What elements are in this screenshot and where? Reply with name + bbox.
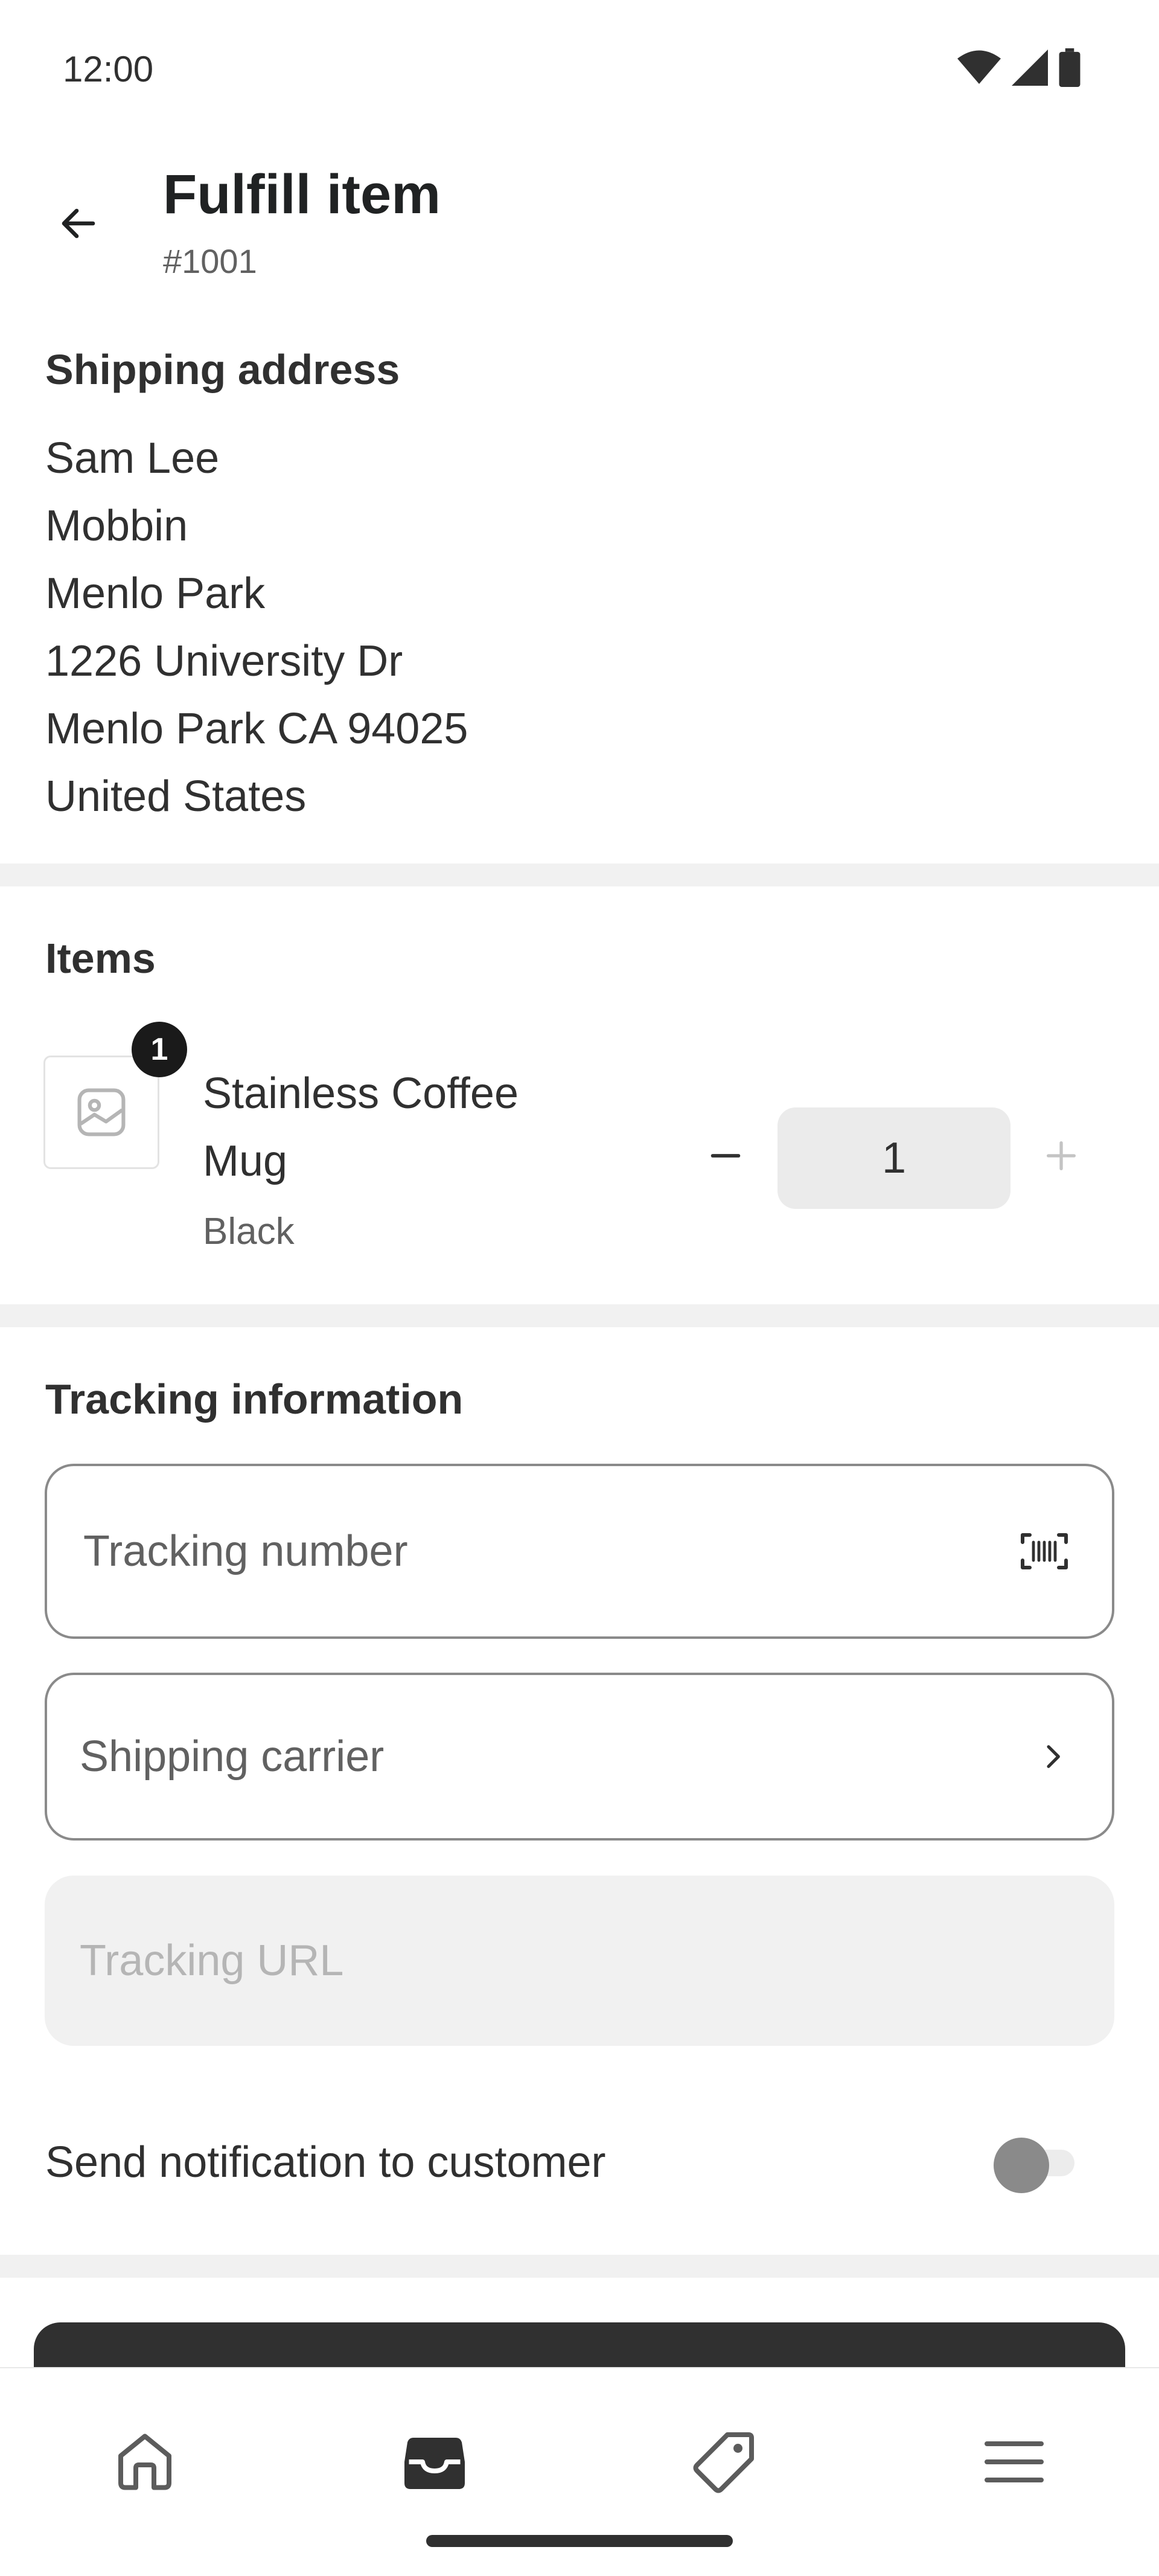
increase-quantity-button[interactable] <box>1030 1124 1093 1187</box>
tracking-number-field[interactable]: Tracking number <box>45 1464 1114 1639</box>
bottom-navigation <box>0 2367 1159 2576</box>
minus-icon <box>710 1154 741 1158</box>
nav-products[interactable] <box>679 2417 770 2507</box>
order-number: #1001 <box>163 242 257 280</box>
battery-icon <box>1059 48 1081 87</box>
address-line: Sam Lee <box>45 434 220 482</box>
send-notification-label: Send notification to customer <box>45 2138 606 2187</box>
items-title: Items <box>45 935 156 982</box>
item-quantity-badge: 1 <box>132 1022 187 1077</box>
tracking-number-placeholder: Tracking number <box>83 1527 408 1575</box>
arrow-left-icon <box>62 208 95 239</box>
section-divider <box>0 863 1159 886</box>
item-name-line: Stainless Coffee <box>203 1069 519 1118</box>
shipping-address-title: Shipping address <box>45 346 400 393</box>
shipping-carrier-placeholder: Shipping carrier <box>80 1732 385 1781</box>
cellular-signal-icon <box>1012 50 1048 86</box>
barcode-scan-icon <box>1021 1533 1068 1569</box>
quantity-input[interactable]: 1 <box>777 1107 1011 1209</box>
wifi-icon <box>957 50 1001 84</box>
nav-menu[interactable] <box>969 2417 1059 2507</box>
address-line: 1226 University Dr <box>45 637 403 685</box>
status-icons <box>957 48 1081 87</box>
nav-home[interactable] <box>100 2417 190 2507</box>
address-line: Menlo Park CA 94025 <box>45 705 468 753</box>
home-indicator <box>426 2535 733 2547</box>
tracking-information-title: Tracking information <box>45 1376 464 1423</box>
products-tag-icon <box>693 2432 754 2493</box>
chevron-right-icon <box>1036 1740 1070 1773</box>
nav-orders[interactable] <box>389 2417 480 2507</box>
section-divider <box>0 2255 1159 2278</box>
page-title: Fulfill item <box>163 164 441 225</box>
address-line: Mobbin <box>45 502 188 550</box>
decrease-quantity-button[interactable] <box>694 1124 757 1187</box>
status-time: 12:00 <box>63 49 154 89</box>
item-name: Stainless Coffee Mug <box>203 1060 577 1195</box>
tracking-url-field: Tracking URL <box>45 1876 1114 2046</box>
orders-inbox-icon <box>404 2438 465 2489</box>
section-divider <box>0 1304 1159 1327</box>
home-icon <box>118 2433 171 2490</box>
toggle-thumb <box>994 2138 1049 2193</box>
status-bar: 12:00 <box>0 0 1159 139</box>
image-placeholder-icon <box>77 1088 126 1136</box>
send-notification-toggle[interactable] <box>990 2132 1081 2193</box>
product-image-placeholder <box>43 1056 159 1169</box>
shipping-carrier-field[interactable]: Shipping carrier <box>45 1673 1114 1841</box>
barcode-scan-button[interactable] <box>1019 1530 1070 1573</box>
back-button[interactable] <box>48 193 109 254</box>
tracking-url-placeholder: Tracking URL <box>80 1937 344 1985</box>
page-header: Fulfill item #1001 <box>0 157 1159 296</box>
item-name-line: Mug <box>203 1137 288 1185</box>
address-line: United States <box>45 772 307 821</box>
item-variant: Black <box>203 1211 295 1252</box>
plus-icon <box>1047 1141 1076 1170</box>
address-line: Menlo Park <box>45 569 266 618</box>
menu-icon <box>985 2441 1044 2482</box>
